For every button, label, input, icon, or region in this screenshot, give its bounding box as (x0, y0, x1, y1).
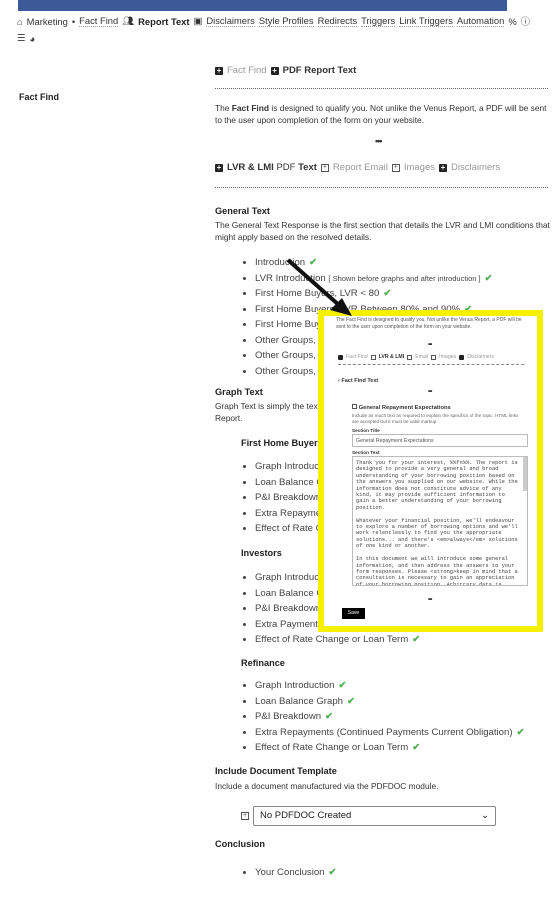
pdfdoc-select[interactable]: No PDFDOC Created ⌄ (253, 806, 496, 826)
tab-disclaimers[interactable]: Disclaimers (451, 162, 500, 173)
section-text-textarea[interactable]: Thank you for your interest, %%fn%%. The… (352, 456, 528, 586)
plus-square-outline-icon (370, 354, 376, 360)
tab-pdf-report-text[interactable]: PDF Report Text (283, 65, 357, 76)
plus-square-icon (338, 354, 343, 360)
section-text-label: Section Text (352, 450, 380, 455)
section-title-label: Section Title (352, 428, 380, 433)
list-item[interactable]: Your Conclusion✔ (255, 865, 547, 881)
help-icon[interactable]: ⓘ (521, 14, 530, 28)
report-tabs: + Fact Find + PDF Report Text (215, 65, 356, 76)
tab-report-email[interactable]: Report Email (333, 162, 388, 173)
tab-lvr-lmi[interactable]: LVR & LMI PDF Text (227, 162, 317, 173)
pie-chart-icon[interactable]: ◕ (29, 33, 35, 44)
inset-tabs: Fact Find LVR & LMI Email Images Disclai… (338, 354, 494, 360)
group-heading: First Home Buyers (241, 438, 323, 448)
textarea-scrollbar[interactable] (523, 457, 527, 491)
check-icon: ✔ (347, 695, 356, 707)
save-button[interactable]: Save (342, 608, 365, 619)
plus-square-outline-icon: + (391, 163, 400, 172)
nav-style-profiles[interactable]: Style Profiles (258, 15, 314, 27)
arrow-shaft (286, 258, 342, 308)
check-icon: ✔ (412, 742, 421, 753)
check-icon: ✔ (412, 634, 421, 645)
conclusion-heading: Conclusion (215, 839, 266, 849)
nav-report-text[interactable]: Report Text (138, 16, 189, 27)
back-link[interactable]: ‹ Fact Find Text (338, 378, 378, 384)
plus-square-outline-icon[interactable] (352, 404, 357, 409)
nav-automation[interactable]: Automation (456, 15, 505, 27)
highlighted-screenshot-inset: The Fact Find is designed to qualify you… (318, 310, 543, 632)
chevron-down-icon: ⌄ (481, 810, 489, 821)
menu-icon[interactable]: ☰ (17, 32, 25, 44)
top-nav: ⌂ Marketing • Fact Find 👥︎ Report Text ▣… (17, 14, 531, 44)
list-item[interactable]: Extra Repayments (Continued Payments Cur… (255, 725, 547, 741)
group-heading: Refinance (241, 658, 285, 668)
check-icon: ✔ (338, 680, 347, 691)
template-heading: Include Document Template (215, 766, 337, 776)
users-icon: 👥︎ (122, 15, 135, 26)
list-item[interactable]: Effect of Rate Change or Loan Term✔ (255, 632, 547, 648)
check-icon: ✔ (325, 711, 334, 722)
check-icon: ✔ (328, 867, 337, 878)
section-tabs: + LVR & LMI PDF Text + Report Email + Im… (215, 162, 500, 173)
plus-square-outline-icon (431, 354, 437, 360)
nav-link-triggers[interactable]: Link Triggers (399, 15, 453, 27)
plus-square-outline-icon (407, 354, 413, 360)
plus-square-icon: + (439, 162, 447, 172)
group-list: Graph Introduction✔ Loan Balance Graph✔ … (237, 678, 547, 756)
plus-square-icon: + (270, 65, 279, 75)
check-icon: ✔ (516, 726, 525, 738)
list-item[interactable]: Effect of Rate Change or Loan Term✔ (255, 740, 547, 756)
tab-fact-find[interactable]: Fact Find (227, 65, 267, 76)
nav-marketing[interactable]: Marketing (27, 16, 68, 27)
plus-square-outline-icon: + (320, 163, 329, 172)
general-text-desc: The General Text Response is the first s… (215, 220, 550, 242)
check-icon: ✔ (484, 272, 493, 284)
tab-images[interactable]: Images (404, 162, 435, 173)
nav-fact-find[interactable]: Fact Find (79, 15, 119, 27)
conclusion-list: Your Conclusion✔ (237, 865, 547, 881)
plus-square-icon (459, 354, 465, 360)
general-text-heading: General Text (215, 206, 270, 216)
ellipsis: ••• (375, 136, 383, 146)
divider (215, 187, 548, 188)
inset-intro: The Fact Find is designed to qualify you… (336, 317, 522, 330)
percent-icon[interactable]: % (508, 16, 516, 27)
section-heading: General Repayment Expectations (352, 404, 451, 411)
template-desc: Include a document manufactured via the … (215, 781, 439, 791)
list-item[interactable]: P&I Breakdown✔ (255, 709, 547, 725)
section-desc: Include as much text as required to expl… (352, 413, 519, 424)
check-icon: ✔ (383, 288, 392, 299)
list-item[interactable]: Graph Introduction✔ (255, 678, 547, 694)
image-icon: ▣ (193, 15, 203, 26)
arrow-annotation (286, 258, 352, 316)
nav-triggers[interactable]: Triggers (361, 15, 396, 27)
intro-text: The Fact Find is designed to qualify you… (215, 103, 547, 125)
plus-square-icon: + (215, 65, 223, 75)
section-title-input[interactable]: General Repayment Expectations (352, 434, 528, 447)
nav-disclaimers[interactable]: Disclaimers (206, 15, 255, 27)
graph-text-heading: Graph Text (215, 387, 263, 397)
sidebar-title: Fact Find (19, 92, 59, 102)
nav-redirects[interactable]: Redirects (317, 15, 358, 27)
group-heading: Investors (241, 548, 282, 558)
plus-square-outline-icon[interactable]: + (241, 812, 249, 820)
plus-square-icon: + (215, 162, 223, 172)
home-icon[interactable]: ⌂ (17, 16, 23, 27)
divider (215, 88, 548, 89)
list-item[interactable]: Loan Balance Graph✔ (255, 694, 547, 710)
browser-top-bar (18, 0, 507, 11)
